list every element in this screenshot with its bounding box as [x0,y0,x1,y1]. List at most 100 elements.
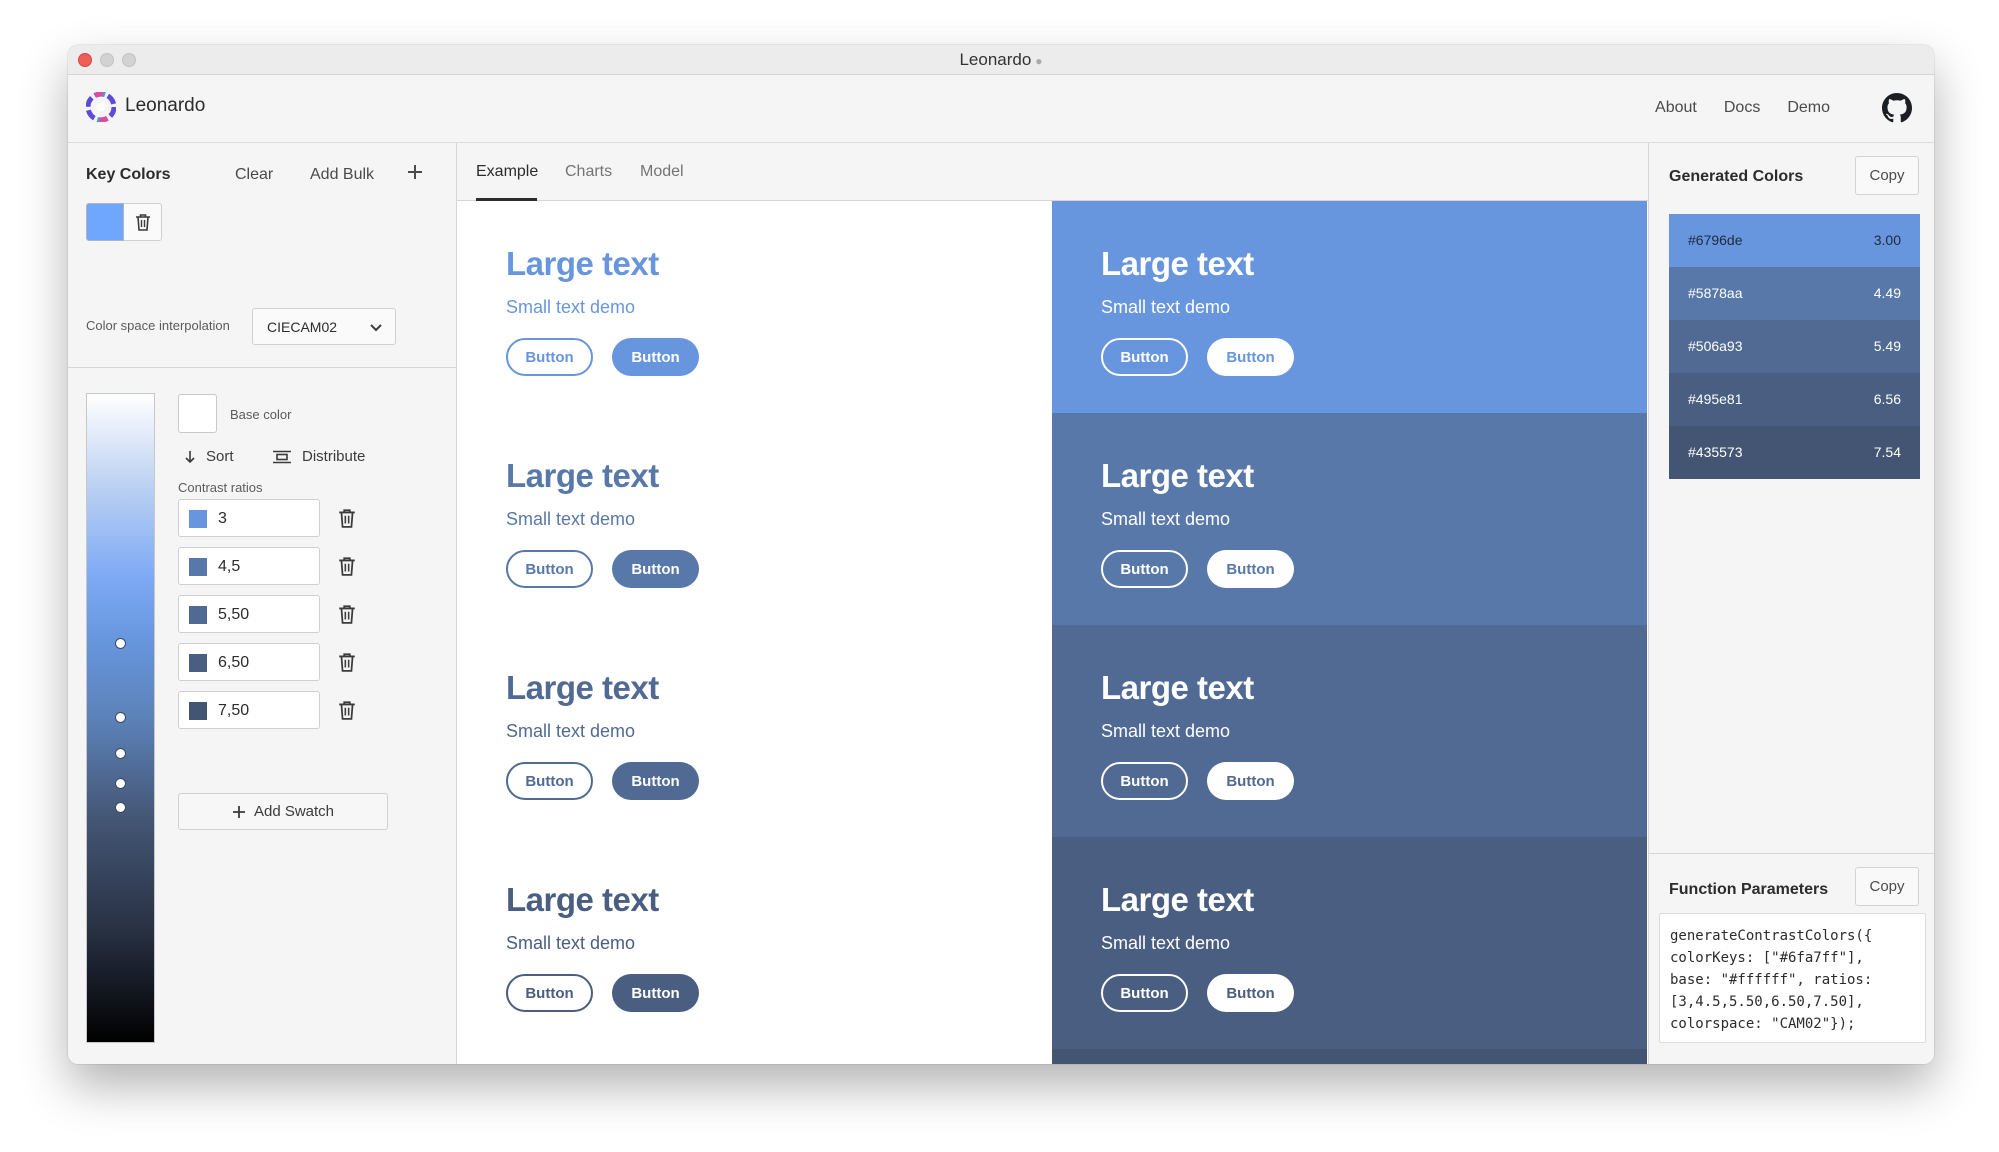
copy-params-button[interactable]: Copy [1855,867,1919,906]
generated-color-row[interactable]: #435573 7.54 [1669,426,1920,479]
panel-divider [1649,853,1934,854]
copy-colors-button[interactable]: Copy [1855,156,1919,195]
generated-color-row[interactable]: #506a93 5.49 [1669,320,1920,373]
distribute-button[interactable]: Distribute [272,448,365,465]
color-space-value: CIECAM02 [267,319,338,335]
ratio-value: 3 [218,510,227,527]
filled-button[interactable]: Button [612,762,699,800]
function-parameters-code: generateContrastColors({ colorKeys: ["#6… [1659,913,1926,1043]
trash-icon[interactable] [338,556,356,576]
gradient-stop-handle[interactable] [115,712,126,723]
outline-button[interactable]: Button [1101,550,1188,588]
tab-model[interactable]: Model [640,163,684,181]
trash-icon[interactable] [338,508,356,528]
ratio-input[interactable]: 4,5 [178,547,320,585]
window-title: Leonardo ● [68,50,1934,70]
generated-color-row[interactable]: #5878aa 4.49 [1669,267,1920,320]
add-bulk-button[interactable]: Add Bulk [310,166,374,184]
small-text-sample: Small text demo [1101,933,1231,953]
ratio-swatch [189,558,207,576]
demo-dark-card: Large text Small text demo Button Button [1052,625,1647,837]
key-colors-title: Key Colors [86,166,171,183]
contrast-ratio: 4.49 [1873,285,1901,301]
outline-button[interactable]: Button [1101,338,1188,376]
trash-icon[interactable] [338,652,356,672]
github-icon[interactable] [1882,93,1912,123]
clear-button[interactable]: Clear [235,166,273,184]
outline-button[interactable]: Button [506,550,593,588]
filled-button[interactable]: Button [1207,974,1294,1012]
contrast-ratio: 5.49 [1873,338,1901,354]
ratio-input[interactable]: 7,50 [178,691,320,729]
gradient-stop-handle[interactable] [115,638,126,649]
filled-button[interactable]: Button [612,974,699,1012]
base-color-label: Base color [230,407,292,422]
large-text-sample: Large text [1101,669,1254,706]
top-nav: About Docs Demo [1655,99,1830,117]
small-text-sample: Small text demo [506,933,636,953]
tab-charts[interactable]: Charts [565,163,612,181]
filled-button[interactable]: Button [612,338,699,376]
leonardo-logo-icon [86,92,116,122]
nav-docs-link[interactable]: Docs [1724,99,1760,117]
nav-about-link[interactable]: About [1655,99,1697,117]
large-text-sample: Large text [506,457,659,494]
outline-button[interactable]: Button [506,974,593,1012]
ratio-row: 3 [178,499,368,537]
small-text-sample: Small text demo [506,721,636,741]
demo-light-card: Large text Small text demo Button Button [457,625,1052,837]
ratio-input[interactable]: 5,50 [178,595,320,633]
gradient-stop-handle[interactable] [115,748,126,759]
outline-button[interactable]: Button [1101,762,1188,800]
filled-button[interactable]: Button [612,550,699,588]
filled-button[interactable]: Button [1207,762,1294,800]
outline-button[interactable]: Button [506,762,593,800]
key-color-swatch[interactable] [86,203,124,241]
app-header: Leonardo About Docs Demo [68,75,1934,143]
app-window: Leonardo ● Leonardo About Docs Demo Key C… [68,45,1934,1064]
window-title-text: Leonardo [959,50,1032,69]
filled-button[interactable]: Button [1207,338,1294,376]
demo-dark-card [1052,1049,1647,1064]
gradient-stop-handle[interactable] [115,778,126,789]
outline-button[interactable]: Button [1101,974,1188,1012]
function-parameters-title: Function Parameters [1669,881,1829,898]
color-space-select[interactable]: CIECAM02 [252,308,396,345]
contrast-ratios-label: Contrast ratios [178,480,263,495]
gradient-stop-handle[interactable] [115,802,126,813]
large-text-sample: Large text [506,245,659,282]
ratio-input[interactable]: 3 [178,499,320,537]
distribute-icon [273,450,291,463]
sort-button[interactable]: Sort [184,448,234,465]
delete-key-color-button[interactable] [124,203,162,241]
chevron-down-icon [370,324,382,332]
key-colors-panel: Key Colors Clear Add Bulk Color space in… [68,143,457,1064]
contrast-ratio: 3.00 [1873,232,1901,248]
base-color-swatch[interactable] [178,394,217,433]
small-text-sample: Small text demo [1101,297,1231,317]
large-text-sample: Large text [506,881,659,918]
ratio-input[interactable]: 6,50 [178,643,320,681]
add-key-color-button[interactable] [406,160,424,188]
sort-label: Sort [206,448,234,465]
demo-light-card: Large text Small text demo Button Button [457,201,1052,413]
ratio-value: 6,50 [218,654,250,671]
add-swatch-button[interactable]: Add Swatch [178,793,388,830]
demo-dark-card: Large text Small text demo Button Button [1052,413,1647,625]
color-hex: #6796de [1688,232,1743,248]
edited-dot-icon: ● [1035,54,1043,68]
filled-button[interactable]: Button [1207,550,1294,588]
generated-color-row[interactable]: #495e81 6.56 [1669,373,1920,426]
outline-button[interactable]: Button [506,338,593,376]
small-text-sample: Small text demo [1101,721,1231,741]
tab-example[interactable]: Example [476,163,538,181]
trash-icon[interactable] [338,700,356,720]
ratio-swatch [189,606,207,624]
nav-demo-link[interactable]: Demo [1787,99,1830,117]
ratio-swatch [189,510,207,528]
trash-icon[interactable] [338,604,356,624]
large-text-sample: Large text [506,669,659,706]
ratio-row: 4,5 [178,547,368,585]
ratio-swatch [189,702,207,720]
generated-color-row[interactable]: #6796de 3.00 [1669,214,1920,267]
